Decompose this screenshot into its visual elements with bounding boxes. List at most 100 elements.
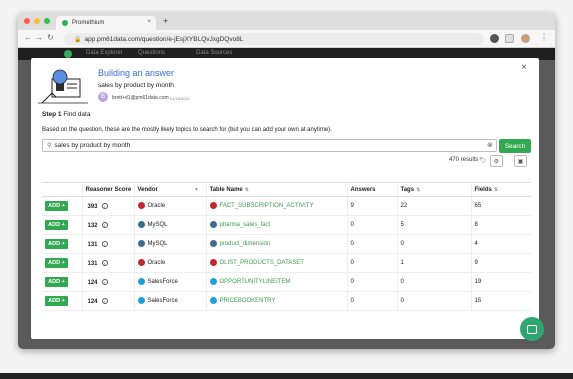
browser-tab[interactable]: Promethium × bbox=[56, 16, 156, 30]
author-avatar: B bbox=[98, 92, 108, 102]
close-window-button[interactable] bbox=[24, 18, 30, 24]
add-button[interactable]: ADD + bbox=[45, 277, 68, 287]
lock-icon: 🔒 bbox=[74, 36, 82, 43]
author-email: brett+d1@pm61data.com bbox=[112, 95, 169, 101]
settings-gear-icon[interactable]: ⚙ bbox=[490, 155, 503, 167]
score-cell: 131 i bbox=[81, 234, 134, 254]
nav-questions[interactable]: Questions bbox=[138, 50, 165, 56]
puzzle-icon[interactable] bbox=[505, 34, 514, 43]
sort-icon[interactable]: ⇅ bbox=[245, 187, 249, 193]
url-field[interactable]: 🔒 app.pm61data.com/question/e-jEsjXYBLQv… bbox=[64, 33, 484, 45]
url-text: app.pm61data.com/question/e-jEsjXYBLQvJx… bbox=[84, 35, 244, 43]
vendor-name: Oracle bbox=[147, 203, 166, 210]
chat-launcher-button[interactable] bbox=[520, 317, 544, 341]
table-name-cell: FACT_SUBSCRIPTION_ACTIVITY bbox=[205, 196, 347, 216]
minimize-window-button[interactable] bbox=[34, 18, 40, 24]
info-icon[interactable]: i bbox=[101, 297, 108, 304]
info-icon[interactable]: i bbox=[101, 259, 108, 266]
add-button[interactable]: ADD + bbox=[45, 239, 68, 249]
new-tab-button[interactable]: + bbox=[163, 16, 168, 26]
reload-icon[interactable]: ↻ bbox=[47, 33, 54, 42]
header-tags[interactable]: Tags ⇅ bbox=[396, 182, 471, 197]
table-row[interactable]: ADD + 124 i SalesForce OPPORTUNITYLINEITEM 0 0… bbox=[42, 272, 531, 292]
table-name-link[interactable]: pharma_sales_fact bbox=[220, 223, 271, 229]
promethium-favicon-icon bbox=[62, 20, 68, 26]
table-name-link[interactable]: product_dimension bbox=[220, 242, 271, 248]
sort-icon[interactable]: ⇅ bbox=[416, 187, 420, 193]
maximize-window-button[interactable] bbox=[44, 18, 50, 24]
forward-icon[interactable]: → bbox=[35, 33, 43, 42]
add-cell: ADD + bbox=[42, 272, 82, 292]
answers-cell: 0 bbox=[346, 215, 397, 235]
add-button[interactable]: ADD + bbox=[45, 220, 68, 230]
sort-icon[interactable]: ⇅ bbox=[494, 187, 498, 193]
header-answers[interactable]: Answers bbox=[346, 182, 397, 197]
nav-data-explorer[interactable]: Data Explorer bbox=[86, 50, 123, 56]
search-value: sales by product by month bbox=[54, 142, 131, 149]
info-icon[interactable]: i bbox=[101, 202, 108, 209]
profile-avatar-icon[interactable] bbox=[521, 34, 530, 43]
modal-close-icon[interactable]: × bbox=[521, 62, 527, 73]
intro-text: Based on the question, these are the mos… bbox=[42, 127, 332, 133]
author-date: 01/18/2021 bbox=[170, 96, 191, 101]
table-row[interactable]: ADD +124 i SalesForce PRICEBOOKENTRY 0 0 15 bbox=[42, 291, 531, 311]
table-name-cell: PRICEBOOKENTRY bbox=[205, 291, 347, 311]
table-name-cell: pharma_sales_fact bbox=[205, 215, 347, 235]
table-row[interactable]: ADD + 393 i Oracle FACT_SUBSCRIPTION_ACTIVIT… bbox=[42, 196, 531, 216]
more-menu-icon[interactable]: ⋮ bbox=[540, 33, 548, 42]
add-cell: ADD + bbox=[42, 215, 82, 235]
table-name-link[interactable]: PRICEBOOKENTRY bbox=[220, 299, 276, 305]
search-button[interactable]: Search bbox=[499, 139, 531, 153]
add-button[interactable]: ADD + bbox=[45, 201, 68, 211]
table-row[interactable]: ADD + 131 i Oracle OLIST_PRODUCTS_DATASET 0 1 9 bbox=[42, 253, 531, 273]
info-icon[interactable]: i bbox=[101, 278, 108, 285]
add-cell: ADD + bbox=[42, 291, 82, 311]
vendor-name: MySQL bbox=[147, 241, 168, 248]
score-cell: 124 i bbox=[81, 272, 134, 292]
reasoner-score: 131 bbox=[87, 241, 98, 248]
search-input[interactable]: ⚲ sales by product by month bbox=[42, 139, 497, 152]
answers-cell: 0 bbox=[346, 291, 397, 311]
step-heading: Step 1 Find data bbox=[42, 111, 90, 118]
nav-data-sources[interactable]: Data Sources bbox=[196, 50, 232, 56]
back-icon[interactable]: ← bbox=[24, 33, 32, 42]
vendor-name: Oracle bbox=[147, 260, 166, 267]
reasoner-score: 124 bbox=[87, 298, 98, 305]
header-table-name[interactable]: Table Name ⇅ bbox=[205, 182, 347, 197]
tags-cell: 22 bbox=[396, 196, 471, 216]
table-header-row: Reasoner Score Vendor ▼ Table Name ⇅ Answe… bbox=[42, 182, 531, 197]
fields-cell: 9 bbox=[470, 253, 531, 273]
score-cell: 132 i bbox=[81, 215, 134, 235]
score-cell: 124 i bbox=[81, 291, 134, 311]
table-source-icon bbox=[209, 278, 217, 286]
tags-cell: 0 bbox=[396, 291, 471, 311]
clear-search-icon[interactable]: ⊗ bbox=[487, 141, 493, 149]
header-vendor[interactable]: Vendor ▼ bbox=[133, 182, 206, 197]
table-name-link[interactable]: OLIST_PRODUCTS_DATASET bbox=[220, 261, 304, 267]
extension-icon[interactable] bbox=[490, 34, 499, 43]
window-controls bbox=[24, 18, 50, 24]
fields-cell: 65 bbox=[470, 196, 531, 216]
header-fields[interactable]: Fields ⇅ bbox=[470, 182, 531, 197]
add-button[interactable]: ADD + bbox=[45, 296, 68, 306]
tags-cell: 5 bbox=[396, 215, 471, 235]
vendor-logo-icon bbox=[137, 221, 145, 229]
table-name-link[interactable]: FACT_SUBSCRIPTION_ACTIVITY bbox=[220, 204, 314, 210]
table-source-icon bbox=[209, 202, 217, 210]
add-button[interactable]: ADD + bbox=[45, 258, 68, 268]
fields-cell: 4 bbox=[470, 234, 531, 254]
tab-close-icon[interactable]: × bbox=[147, 19, 151, 25]
table-row[interactable]: ADD +131 i MySQL product_dimension 0 0 4 bbox=[42, 234, 531, 254]
filter-icon[interactable]: ▼ bbox=[194, 187, 199, 193]
info-icon[interactable]: i bbox=[101, 240, 108, 247]
header-reasoner-score[interactable]: Reasoner Score bbox=[81, 182, 134, 197]
columns-layout-icon[interactable]: ▣ bbox=[514, 155, 527, 167]
table-row[interactable]: ADD + 132 i MySQL pharma_sales_fact 0 5 8 bbox=[42, 215, 531, 235]
header-answers-label: Answers bbox=[350, 186, 376, 193]
search-icon: ⚲ bbox=[47, 143, 52, 149]
question-subtitle: sales by product by month bbox=[98, 82, 174, 89]
tags-cell: 0 bbox=[396, 272, 471, 292]
table-name-link[interactable]: OPPORTUNITYLINEITEM bbox=[220, 280, 291, 286]
answers-cell: 0 bbox=[346, 253, 397, 273]
info-icon[interactable]: i bbox=[101, 221, 108, 228]
